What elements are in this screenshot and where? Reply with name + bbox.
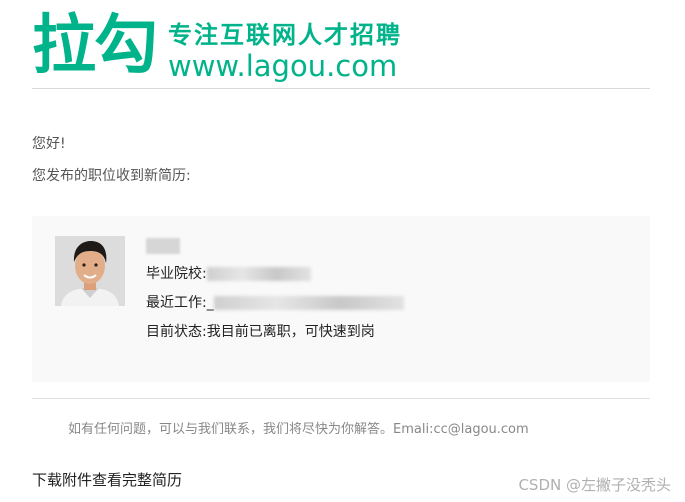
resume-card: 毕业院校: 最近工作:_ 目前状态:我目前已离职，可快速到岗: [32, 216, 650, 382]
school-redacted: [206, 267, 311, 281]
lagou-logo[interactable]: 拉勾: [32, 10, 158, 82]
status-row: 目前状态:我目前已离职，可快速到岗: [146, 322, 375, 342]
status-label: 目前状态:: [146, 324, 207, 340]
logo-site-url: www.lagou.com: [168, 49, 398, 83]
recent-job-label: 最近工作:_: [146, 295, 214, 311]
footer-divider: [32, 398, 650, 399]
school-label: 毕业院校:: [146, 266, 207, 282]
contact-note: 如有任何问题，可以与我们联系，我们将尽快为你解答。Emali:cc@lagou.…: [68, 422, 529, 437]
download-resume-link[interactable]: 下载附件查看完整简历: [32, 470, 182, 490]
intro-text: 您发布的职位收到新简历:: [32, 168, 191, 184]
greeting-text: 您好!: [32, 136, 66, 152]
recent-job-redacted: [213, 296, 404, 310]
status-value: 我目前已离职，可快速到岗: [206, 324, 375, 340]
recent-job-row: 最近工作:_: [146, 293, 404, 313]
email-header: 拉勾 专注互联网人才招聘 www.lagou.com: [32, 10, 650, 89]
person-photo-icon: [55, 236, 125, 306]
school-row: 毕业院校:: [146, 264, 311, 284]
candidate-name-redacted: [146, 238, 180, 254]
logo-slogan: 专注互联网人才招聘: [168, 21, 402, 49]
candidate-avatar: [55, 236, 125, 306]
csdn-watermark: CSDN @左撇子没秃头: [518, 476, 671, 494]
